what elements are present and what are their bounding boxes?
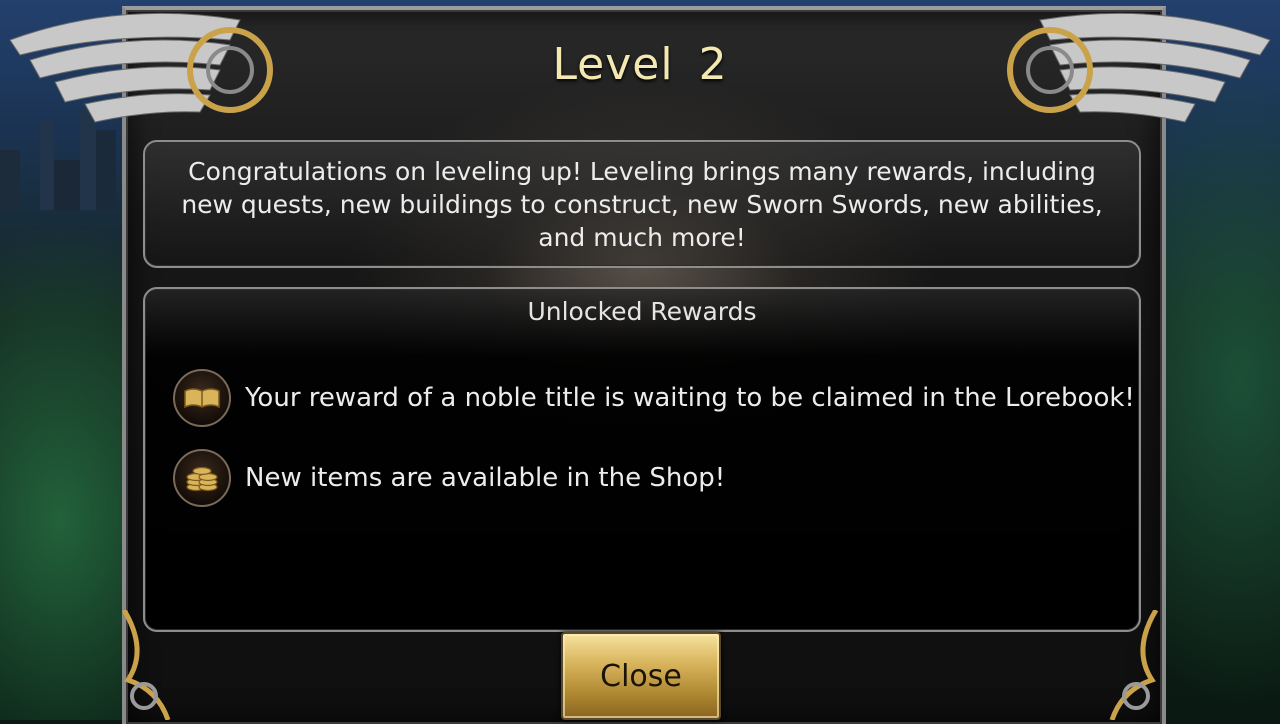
reward-item: New items are available in the Shop! (173, 449, 725, 507)
dialog-title: Level 2 (552, 38, 728, 90)
close-button-label: Close (600, 658, 682, 694)
book-icon (173, 369, 231, 427)
rewards-panel: Unlocked Rewards Your reward of a noble … (143, 287, 1141, 632)
reward-text: New items are available in the Shop! (245, 463, 726, 493)
reward-text: Your reward of a noble title is waiting … (245, 383, 1135, 413)
reward-item: Your reward of a noble title is waiting … (173, 369, 1135, 427)
close-button[interactable]: Close (561, 632, 721, 720)
intro-panel: Congratulations on leveling up! Leveling… (143, 140, 1141, 268)
bottom-left-ornament (121, 610, 171, 720)
title-bar: Level 2 (118, 0, 1162, 128)
intro-text: Congratulations on leveling up! Leveling… (181, 156, 1103, 252)
bottom-right-ornament (1109, 610, 1159, 720)
rewards-heading: Unlocked Rewards (527, 297, 757, 326)
coins-icon (173, 449, 231, 507)
